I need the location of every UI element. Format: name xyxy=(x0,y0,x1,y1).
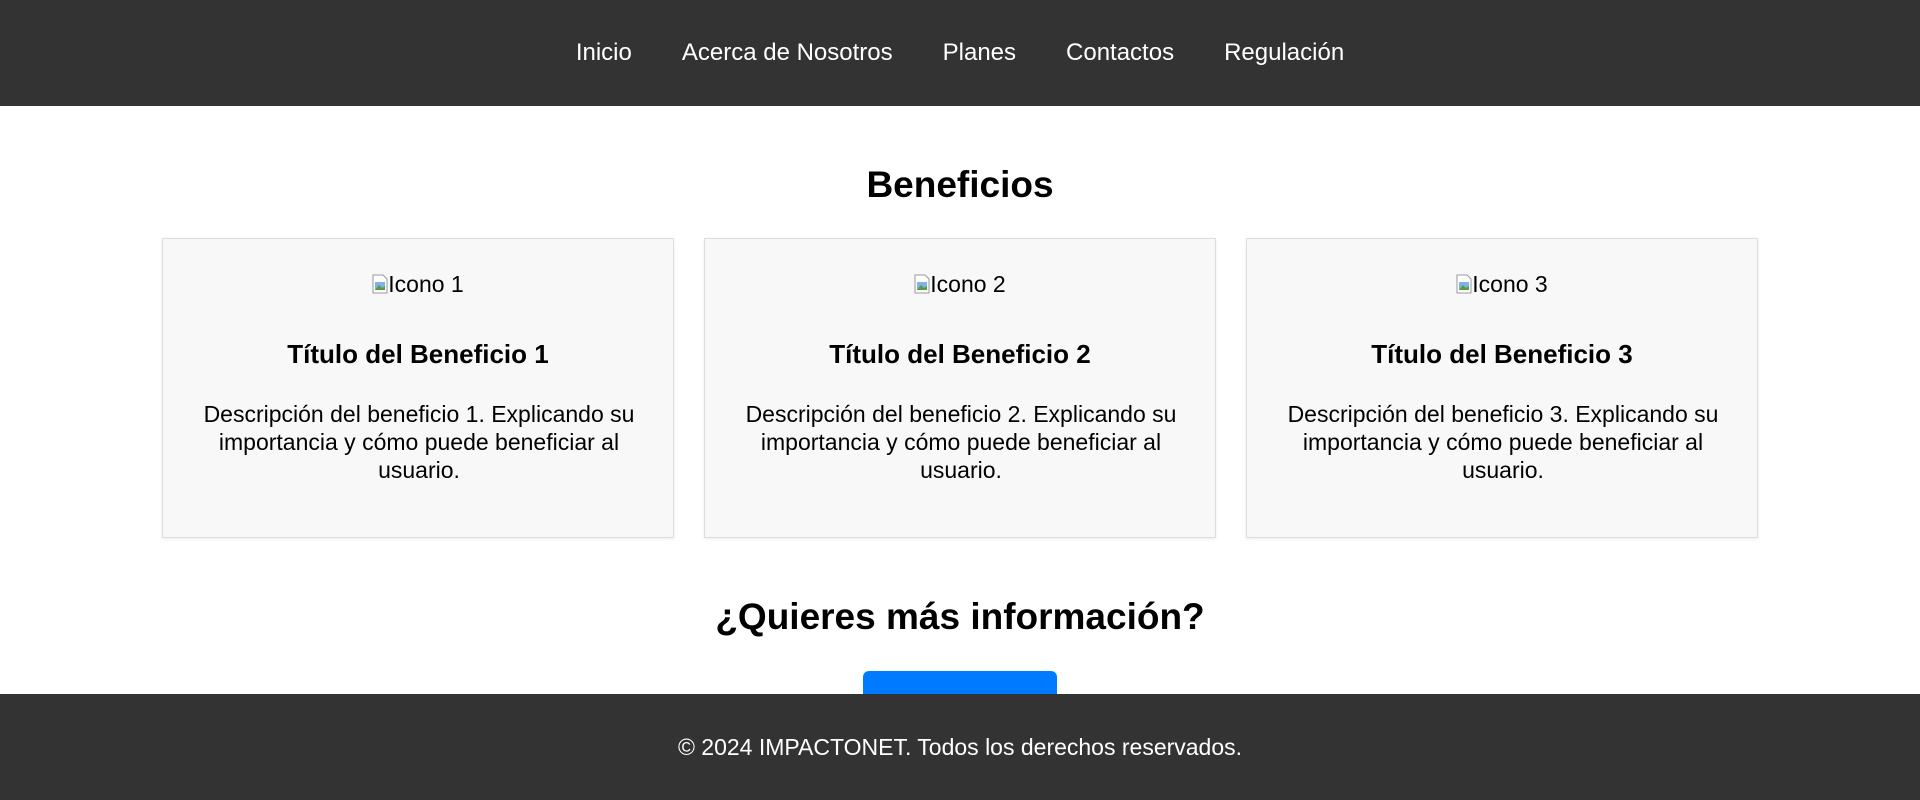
benefit-icon-alt: Icono 1 xyxy=(388,270,464,297)
site-header: Inicio Acerca de Nosotros Planes Contact… xyxy=(0,0,1920,106)
cta-title: ¿Quieres más información? xyxy=(715,596,1205,637)
benefit-icon-1: Icono 1 xyxy=(163,269,673,299)
benefit-description: Descripción del beneficio 1. Explicando … xyxy=(203,401,635,483)
benefit-description: Descripción del beneficio 3. Explicando … xyxy=(1287,401,1719,483)
benefit-icon-2: Icono 2 xyxy=(705,269,1215,299)
site-footer: © 2024 IMPACTONET. Todos los derechos re… xyxy=(0,694,1920,800)
nav-link-acerca-de-nosotros[interactable]: Acerca de Nosotros xyxy=(682,39,893,67)
footer-copyright: © 2024 IMPACTONET. Todos los derechos re… xyxy=(677,733,1243,760)
benefits-title: Beneficios xyxy=(866,164,1054,205)
main-nav: Inicio Acerca de Nosotros Planes Contact… xyxy=(551,39,1369,67)
benefit-icon-alt: Icono 3 xyxy=(1472,270,1548,297)
benefit-description: Descripción del beneficio 2. Explicando … xyxy=(745,401,1177,483)
benefit-icon-alt: Icono 2 xyxy=(930,270,1006,297)
nav-link-inicio[interactable]: Inicio xyxy=(576,39,632,67)
benefit-title: Título del Beneficio 1 xyxy=(287,339,549,369)
main-content: Beneficios Icono 1 Título del Beneficio … xyxy=(0,106,1920,694)
benefit-card-2: Icono 2 Título del Beneficio 2 Descripci… xyxy=(704,238,1216,538)
contact-button[interactable]: Contáctanos xyxy=(863,671,1057,694)
benefit-card-1: Icono 1 Título del Beneficio 1 Descripci… xyxy=(162,238,674,538)
nav-link-planes[interactable]: Planes xyxy=(943,39,1016,67)
benefit-card-3: Icono 3 Título del Beneficio 3 Descripci… xyxy=(1246,238,1758,538)
benefit-icon-3: Icono 3 xyxy=(1247,269,1757,299)
broken-image-icon xyxy=(372,274,388,294)
benefit-cards: Icono 1 Título del Beneficio 1 Descripci… xyxy=(162,238,1758,538)
benefit-title: Título del Beneficio 3 xyxy=(1371,339,1633,369)
nav-link-regulacion[interactable]: Regulación xyxy=(1224,39,1344,67)
nav-link-contactos[interactable]: Contactos xyxy=(1066,39,1174,67)
broken-image-icon xyxy=(914,274,930,294)
broken-image-icon xyxy=(1456,274,1472,294)
benefit-title: Título del Beneficio 2 xyxy=(829,339,1091,369)
